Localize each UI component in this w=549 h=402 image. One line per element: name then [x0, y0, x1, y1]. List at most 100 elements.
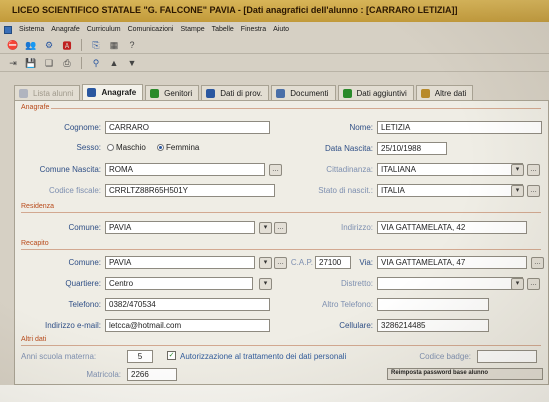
add-icon[interactable]: ❑: [42, 57, 56, 70]
radio-dot: [157, 144, 164, 151]
chevron-down-icon[interactable]: ▾: [259, 222, 272, 234]
radio-dot: [107, 144, 114, 151]
user-icon[interactable]: 🅰: [60, 39, 74, 52]
section-anagrafe: Anagrafe: [21, 104, 50, 111]
menu-curriculum[interactable]: Curriculum: [87, 26, 121, 33]
exit-icon[interactable]: ⇥: [6, 57, 20, 70]
matricola-field[interactable]: 2266: [127, 368, 177, 381]
save-icon[interactable]: 💾: [24, 57, 38, 70]
via-label: Via:: [359, 258, 373, 267]
menu-anagrafe[interactable]: Anagrafe: [51, 26, 79, 33]
menu-finestra[interactable]: Finestra: [241, 26, 266, 33]
telefono-label: Telefono:: [68, 300, 101, 309]
users-icon[interactable]: 👥: [24, 39, 38, 52]
via-field[interactable]: VIA GATTAMELATA, 47: [377, 256, 527, 269]
quartiere-label: Quartiere:: [65, 279, 101, 288]
autorizzazione-checkbox[interactable]: ✓: [167, 351, 176, 360]
section-divider: [21, 345, 541, 346]
tab-genitori[interactable]: Genitori: [145, 85, 200, 101]
menu-tabelle[interactable]: Tabelle: [212, 26, 234, 33]
record-toolbar: ⇥ 💾 ❑ ⎙ ⚲ ▲ ▼: [0, 55, 549, 72]
section-divider: [21, 212, 541, 213]
tab-dati-aggiuntivi[interactable]: Dati aggiuntivi: [337, 85, 414, 101]
cap-field[interactable]: 27100: [315, 256, 351, 269]
residenza-indirizzo-field[interactable]: VIA GATTAMELATA, 42: [377, 221, 527, 234]
telefono-field[interactable]: 0382/470534: [105, 298, 270, 311]
menu-stampe[interactable]: Stampe: [180, 26, 204, 33]
group-icon[interactable]: ⚙: [42, 39, 56, 52]
residenza-comune-label: Comune:: [68, 223, 101, 232]
tab-lista-alunni[interactable]: Lista alunni: [14, 85, 81, 101]
codice-fiscale-field[interactable]: CRRLTZ88R65H501Y: [105, 184, 275, 197]
distretto-select[interactable]: [377, 277, 523, 290]
app-icon: [4, 25, 12, 34]
data-nascita-field[interactable]: 25/10/1988: [377, 142, 447, 155]
codice-badge-label: Codice badge:: [419, 352, 471, 361]
chevron-down-icon[interactable]: ▾: [259, 257, 272, 269]
help-icon[interactable]: ?: [125, 39, 139, 52]
cellulare-field[interactable]: 3286214485: [377, 319, 489, 332]
email-field[interactable]: letcca@hotmail.com: [105, 319, 270, 332]
distretto-label: Distretto:: [340, 279, 373, 288]
codice-badge-field[interactable]: [477, 350, 537, 363]
lookup-button[interactable]: …: [527, 278, 540, 290]
nome-label: Nome:: [349, 123, 373, 132]
sesso-maschio-radio[interactable]: Maschio: [107, 143, 146, 152]
lookup-button[interactable]: …: [531, 257, 544, 269]
lookup-button[interactable]: …: [527, 185, 540, 197]
tab-documenti[interactable]: Documenti: [271, 85, 336, 101]
lookup-button[interactable]: …: [527, 164, 540, 176]
search-icon[interactable]: ⚲: [89, 57, 103, 70]
nome-field[interactable]: LETIZIA: [377, 121, 542, 134]
chevron-down-icon[interactable]: ▾: [511, 185, 524, 197]
tab-dati-prov[interactable]: Dati di prov.: [201, 85, 270, 101]
window-title: LICEO SCIENTIFICO STATALE "G. FALCONE" P…: [12, 5, 458, 15]
anni-materna-field[interactable]: 5: [127, 350, 153, 363]
chevron-down-icon[interactable]: ▾: [511, 164, 524, 176]
copy-icon[interactable]: ⎘: [89, 39, 103, 52]
recapito-comune-field[interactable]: PAVIA: [105, 256, 255, 269]
globe-icon: [206, 89, 216, 98]
sesso-femmina-radio[interactable]: Femmina: [157, 143, 199, 152]
toolbar-divider: [81, 57, 82, 69]
document-icon: [276, 89, 286, 98]
menu-comunicazioni[interactable]: Comunicazioni: [128, 26, 174, 33]
anagrafe-panel: Anagrafe Cognome: CARRARO Nome: LETIZIA …: [14, 100, 549, 385]
tab-strip: Lista alunni Anagrafe Genitori Dati di p…: [14, 84, 549, 101]
chevron-down-icon[interactable]: ▾: [259, 278, 272, 290]
chevron-down-icon[interactable]: ▾: [511, 278, 524, 290]
residenza-indirizzo-label: Indirizzo:: [340, 223, 373, 232]
lookup-button[interactable]: …: [274, 222, 287, 234]
cognome-field[interactable]: CARRARO: [105, 121, 270, 134]
tab-altre-dati[interactable]: Altre dati: [415, 85, 474, 101]
section-divider: [21, 249, 541, 250]
title-bar: LICEO SCIENTIFICO STATALE "G. FALCONE" P…: [0, 0, 549, 22]
comune-nascita-field[interactable]: ROMA: [105, 163, 265, 176]
email-label: Indirizzo e-mail:: [44, 321, 101, 330]
quartiere-select[interactable]: Centro: [105, 277, 253, 290]
residenza-comune-field[interactable]: PAVIA: [105, 221, 255, 234]
menu-sistema[interactable]: Sistema: [19, 26, 44, 33]
reset-password-button[interactable]: Reimposta password base alunno: [387, 368, 543, 380]
arrow-down-icon[interactable]: ▼: [125, 57, 139, 70]
toolbar-divider: [81, 39, 82, 51]
calendar-icon[interactable]: ▦: [107, 39, 121, 52]
arrow-up-icon[interactable]: ▲: [107, 57, 121, 70]
stato-nascita-select[interactable]: ITALIA: [377, 184, 523, 197]
matricola-label: Matricola:: [86, 370, 121, 379]
list-icon: [19, 89, 28, 98]
altro-telefono-field[interactable]: [377, 298, 489, 311]
cellulare-label: Cellulare:: [339, 321, 373, 330]
cittadinanza-select[interactable]: ITALIANA: [377, 163, 523, 176]
main-toolbar: ⛔ 👥 ⚙ 🅰 ⎘ ▦ ?: [0, 37, 549, 54]
stop-icon[interactable]: ⛔: [6, 39, 20, 52]
menu-aiuto[interactable]: Aiuto: [273, 26, 289, 33]
print-icon[interactable]: ⎙: [60, 57, 74, 70]
tab-anagrafe[interactable]: Anagrafe: [82, 84, 144, 101]
section-residenza: Residenza: [21, 203, 55, 210]
lookup-button[interactable]: …: [274, 257, 287, 269]
stato-nascita-label: Stato di nascit.:: [318, 186, 373, 195]
lookup-button[interactable]: …: [269, 164, 282, 176]
cap-label: C.A.P.: [290, 258, 313, 267]
folder-icon: [420, 89, 430, 98]
